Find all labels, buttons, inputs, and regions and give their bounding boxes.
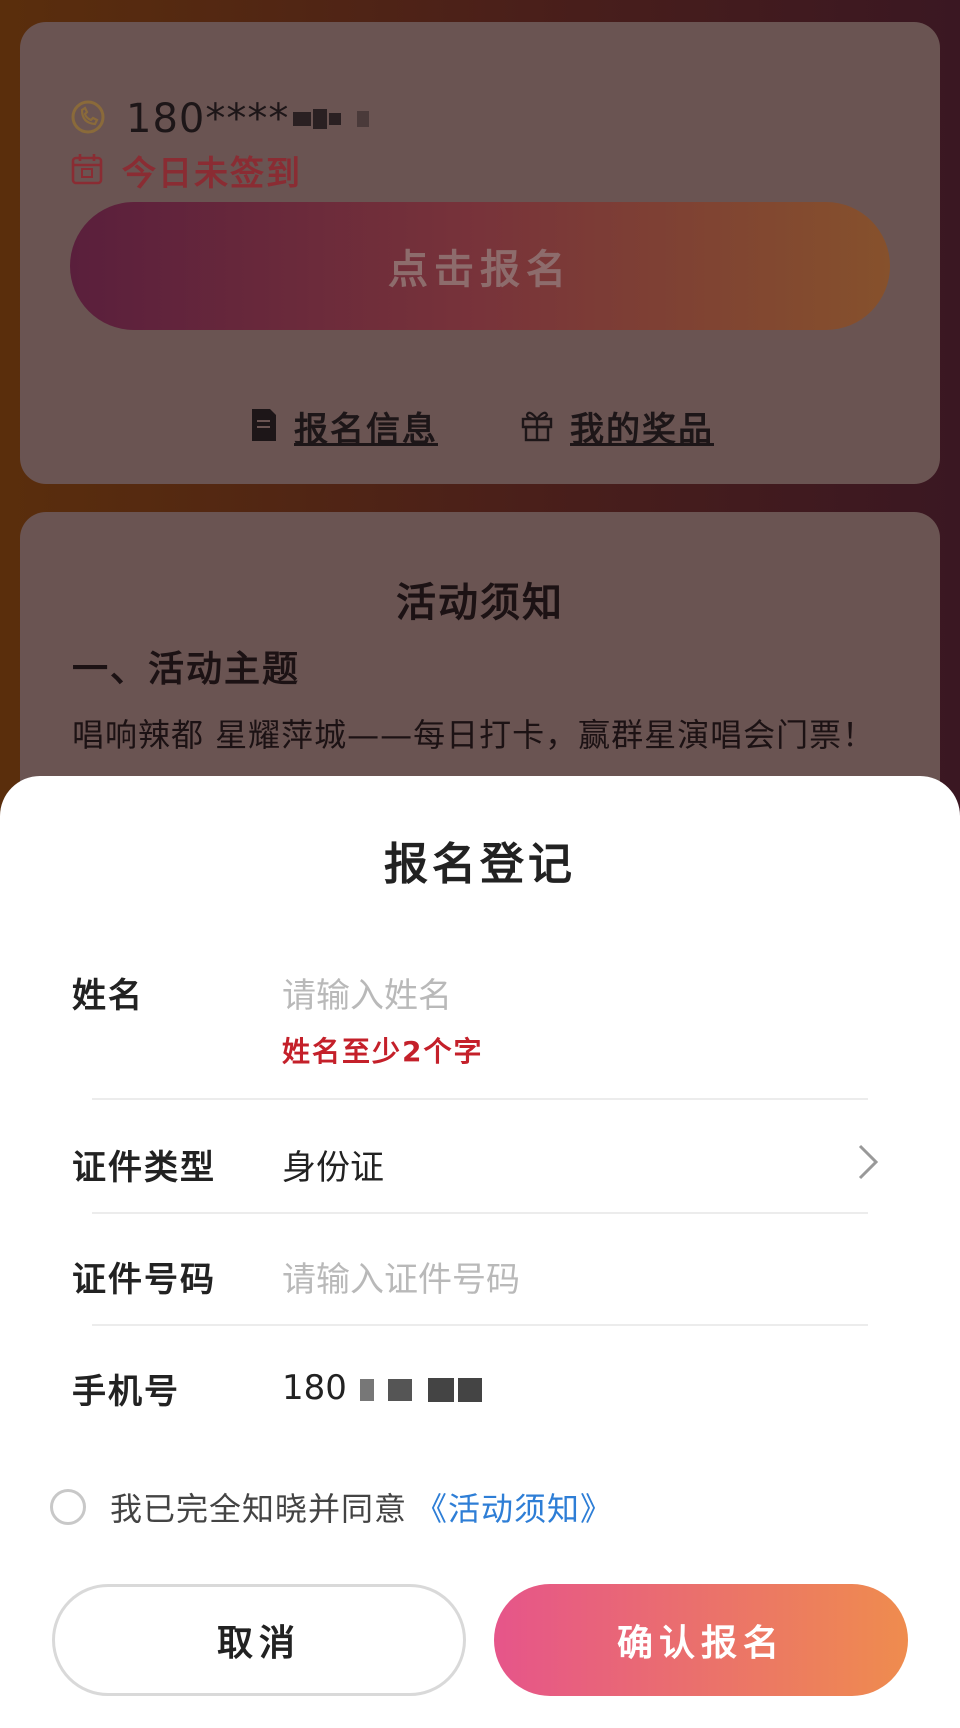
- activity-notice-link[interactable]: 《活动须知》: [415, 1484, 613, 1530]
- divider: [92, 1098, 868, 1100]
- id-type-label: 证件类型: [72, 1148, 216, 1188]
- agreement-row: 我已完全知晓并同意 《活动须知》: [50, 1484, 613, 1530]
- gift-icon: [520, 408, 554, 446]
- user-card: 180**** 今日未签到 点击报名 报名信息 我的奖品: [20, 22, 940, 484]
- name-error-message: 姓名至少2个字: [282, 1035, 484, 1068]
- phone-label: 手机号: [72, 1372, 180, 1412]
- divider: [92, 1212, 868, 1214]
- chevron-right-icon[interactable]: [856, 1142, 880, 1186]
- name-label: 姓名: [72, 976, 144, 1016]
- phone-input[interactable]: 180: [282, 1368, 482, 1408]
- divider: [92, 1324, 868, 1326]
- redacted-digits: [293, 109, 370, 130]
- agree-text: 我已完全知晓并同意: [110, 1490, 408, 1528]
- cancel-button[interactable]: 取消: [52, 1584, 466, 1696]
- phone-row: 180****: [70, 96, 370, 142]
- signin-status: 今日未签到: [122, 154, 302, 194]
- phone-value: 180: [282, 1368, 347, 1408]
- signin-status-row: 今日未签到: [70, 146, 302, 195]
- signup-button[interactable]: 点击报名: [70, 202, 890, 330]
- notice-title: 活动须知: [396, 580, 564, 626]
- notice-body: 唱响辣都 星耀萍城——每日打卡，赢群星演唱会门票！: [72, 716, 876, 754]
- agree-checkbox[interactable]: [50, 1489, 86, 1525]
- registration-sheet: 报名登记 姓名 请输入姓名 姓名至少2个字 证件类型 身份证 证件号码 请输入证…: [0, 776, 960, 1728]
- signup-info-link[interactable]: 报名信息: [250, 402, 438, 451]
- id-number-label: 证件号码: [72, 1260, 216, 1300]
- id-type-select[interactable]: 身份证: [282, 1140, 384, 1189]
- id-number-input[interactable]: 请输入证件号码: [282, 1252, 520, 1301]
- masked-phone-number: 180****: [126, 96, 290, 142]
- name-input[interactable]: 请输入姓名: [282, 968, 452, 1017]
- sheet-title: 报名登记: [384, 839, 576, 890]
- calendar-icon: [70, 152, 104, 190]
- my-prizes-label: 我的奖品: [570, 410, 714, 450]
- phone-icon: [70, 99, 106, 139]
- document-icon: [250, 407, 278, 447]
- signup-info-label: 报名信息: [294, 410, 438, 450]
- notice-subtitle: 一、活动主题: [72, 649, 301, 690]
- confirm-signup-button[interactable]: 确认报名: [494, 1584, 908, 1696]
- my-prizes-link[interactable]: 我的奖品: [520, 402, 714, 451]
- redacted-digits: [358, 1368, 482, 1408]
